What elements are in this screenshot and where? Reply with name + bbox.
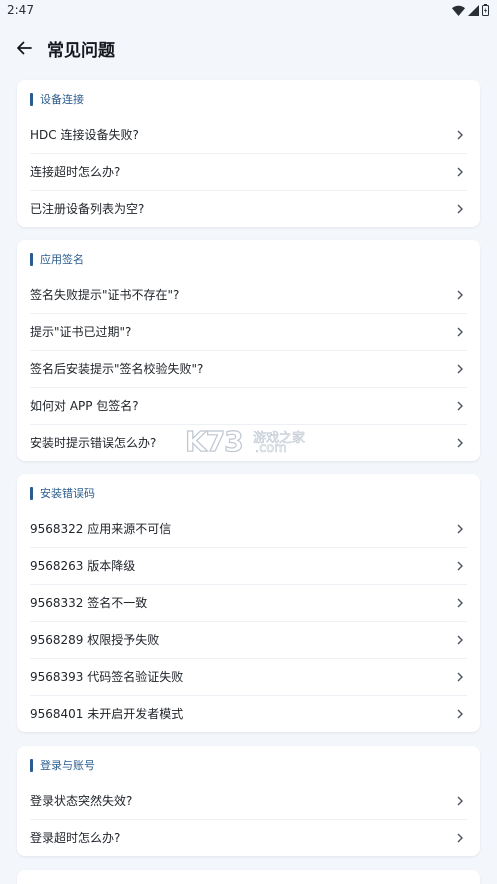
section-title: 设备连接 — [40, 93, 84, 106]
wifi-icon — [452, 5, 465, 16]
section-card-device-connection: 设备连接 HDC 连接设备失败? 连接超时怎么办? 已注册设备列表为空? — [17, 80, 480, 227]
chevron-right-icon — [455, 672, 465, 682]
app-bar: 常见问题 — [0, 28, 497, 68]
faq-item-label: 9568289 权限授予失败 — [30, 633, 160, 647]
section-card-install-error-codes: 安装错误码 9568322 应用来源不可信 9568263 版本降级 95683… — [17, 474, 480, 732]
chevron-right-icon — [455, 167, 465, 177]
chevron-right-icon — [455, 833, 465, 843]
row-divider — [30, 584, 467, 585]
arrow-left-icon — [17, 41, 32, 55]
page-title: 常见问题 — [47, 41, 115, 61]
watermark-k73: K73 — [184, 424, 244, 458]
chevron-right-icon — [455, 796, 465, 806]
chevron-right-icon — [455, 709, 465, 719]
faq-item-label: 签名后安装提示"签名校验失败"? — [30, 362, 204, 376]
faq-item-label: 安装时提示错误怎么办? — [30, 436, 157, 450]
faq-item-label: 已注册设备列表为空? — [30, 202, 145, 216]
faq-item-label: 连接超时怎么办? — [30, 165, 121, 179]
faq-item[interactable]: 登录超时怎么办? — [17, 819, 480, 856]
chevron-right-icon — [455, 290, 465, 300]
watermark-logo: K73 游戏之家 .com — [184, 424, 315, 459]
section-accent-bar — [30, 92, 33, 106]
status-time: 2:47 — [7, 3, 34, 17]
chevron-right-icon — [455, 327, 465, 337]
chevron-right-icon — [455, 364, 465, 374]
row-divider — [30, 153, 467, 154]
row-divider — [30, 547, 467, 548]
row-divider — [30, 350, 467, 351]
faq-item-label: 签名失败提示"证书不存在"? — [30, 288, 180, 302]
row-divider — [30, 387, 467, 388]
chevron-right-icon — [455, 401, 465, 411]
faq-item[interactable]: 连接超时怎么办? — [17, 153, 480, 190]
section-card-partial — [17, 870, 480, 884]
section-header: 设备连接 — [30, 91, 84, 107]
faq-item[interactable]: 9568393 代码签名验证失败 — [17, 658, 480, 695]
faq-item[interactable]: 9568332 签名不一致 — [17, 584, 480, 621]
faq-item[interactable]: 已注册设备列表为空? — [17, 190, 480, 227]
watermark-com: .com — [255, 441, 288, 457]
faq-item[interactable]: 9568263 版本降级 — [17, 547, 480, 584]
faq-item-label: 登录状态突然失效? — [30, 794, 133, 808]
row-divider — [30, 658, 467, 659]
faq-item-label: 9568401 未开启开发者模式 — [30, 707, 184, 721]
row-divider — [30, 313, 467, 314]
section-title: 登录与账号 — [40, 759, 95, 772]
faq-item-label: 9568263 版本降级 — [30, 559, 136, 573]
row-divider — [30, 190, 467, 191]
section-accent-bar — [30, 758, 33, 772]
section-header: 安装错误码 — [30, 485, 95, 501]
section-accent-bar — [30, 252, 33, 266]
faq-item-label: 9568322 应用来源不可信 — [30, 522, 172, 536]
faq-item[interactable]: 9568289 权限授予失败 — [17, 621, 480, 658]
faq-item[interactable]: 提示"证书已过期"? — [17, 313, 480, 350]
faq-item[interactable]: 如何对 APP 包签名? — [17, 387, 480, 424]
row-divider — [30, 695, 467, 696]
back-button[interactable] — [11, 35, 37, 61]
faq-item-label: 如何对 APP 包签名? — [30, 399, 139, 413]
section-card-login-account: 登录与账号 登录状态突然失效? 登录超时怎么办? — [17, 746, 480, 856]
faq-item-label: 登录超时怎么办? — [30, 831, 121, 845]
chevron-right-icon — [455, 130, 465, 140]
row-divider — [30, 819, 467, 820]
section-header: 登录与账号 — [30, 757, 95, 773]
status-icons — [452, 4, 489, 16]
faq-item-label: 提示"证书已过期"? — [30, 325, 132, 339]
battery-icon — [482, 4, 489, 16]
chevron-right-icon — [455, 438, 465, 448]
section-accent-bar — [30, 486, 33, 500]
faq-item[interactable]: 签名失败提示"证书不存在"? — [17, 276, 480, 313]
faq-item-label: 9568332 签名不一致 — [30, 596, 148, 610]
section-header: 应用签名 — [30, 251, 84, 267]
section-title: 应用签名 — [40, 253, 84, 266]
signal-icon — [468, 4, 479, 16]
faq-item[interactable]: 9568322 应用来源不可信 — [17, 510, 480, 547]
faq-item-label: 9568393 代码签名验证失败 — [30, 670, 184, 684]
faq-item[interactable]: 9568401 未开启开发者模式 — [17, 695, 480, 732]
faq-item[interactable]: 签名后安装提示"签名校验失败"? — [17, 350, 480, 387]
chevron-right-icon — [455, 561, 465, 571]
faq-item-label: HDC 连接设备失败? — [30, 128, 139, 142]
faq-item[interactable]: HDC 连接设备失败? — [17, 116, 480, 153]
row-divider — [30, 621, 467, 622]
chevron-right-icon — [455, 524, 465, 534]
faq-item[interactable]: 登录状态突然失效? — [17, 782, 480, 819]
status-bar: 2:47 — [0, 0, 497, 22]
chevron-right-icon — [455, 598, 465, 608]
chevron-right-icon — [455, 204, 465, 214]
chevron-right-icon — [455, 635, 465, 645]
section-title: 安装错误码 — [40, 487, 95, 500]
